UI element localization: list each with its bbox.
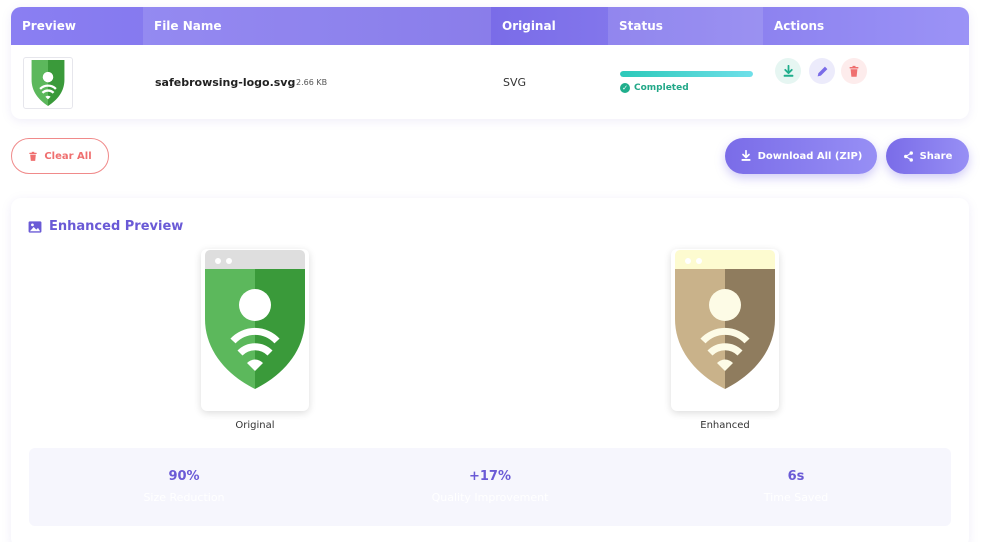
- original-preview-frame: [201, 249, 309, 411]
- header-actions: Actions: [774, 19, 825, 33]
- enhanced-preview-frame: [671, 249, 779, 411]
- preview-title: Enhanced Preview: [28, 219, 183, 234]
- window-dot: [696, 258, 702, 264]
- shield-logo-icon: [31, 60, 65, 106]
- shield-logo-icon: [205, 269, 305, 389]
- stat-value: +17%: [468, 469, 511, 484]
- share-button[interactable]: Share: [886, 138, 969, 174]
- download-all-label: Download All (ZIP): [757, 150, 863, 162]
- stat-label: Time Saved: [763, 491, 829, 504]
- progress-bar: [620, 71, 753, 77]
- file-name: safebrowsing-logo.svg: [155, 76, 296, 89]
- share-label: Share: [919, 150, 953, 162]
- clear-all-label: Clear All: [44, 150, 92, 162]
- window-dot: [685, 258, 691, 264]
- original-caption: Original: [235, 420, 275, 431]
- window-dot: [226, 258, 232, 264]
- pencil-icon: [817, 66, 827, 76]
- header-preview: Preview: [22, 19, 77, 33]
- trash-icon: [849, 65, 859, 77]
- check-circle-icon: ✓: [620, 83, 630, 93]
- header-file-name: File Name: [143, 7, 491, 45]
- stat-value: 6s: [787, 469, 805, 484]
- file-size: 2.66 KB: [296, 78, 328, 87]
- download-icon: [741, 150, 751, 161]
- browser-bar: [205, 250, 305, 269]
- delete-button[interactable]: [841, 58, 867, 84]
- header-original: Original: [502, 19, 556, 33]
- table-row: safebrowsing-logo.svg 2.66 KB SVG ✓ Comp…: [11, 45, 969, 119]
- enhanced-caption: Enhanced: [700, 420, 750, 431]
- window-dot: [215, 258, 221, 264]
- status-text: Completed: [634, 83, 689, 93]
- share-icon: [903, 150, 913, 162]
- status-badge: ✓ Completed: [620, 83, 689, 93]
- enhanced-preview-panel: Enhanced Preview Original Enhanced 90% S…: [11, 198, 969, 542]
- clear-all-button[interactable]: Clear All: [11, 138, 109, 174]
- shield-logo-icon: [675, 269, 775, 389]
- stat-label: Quality Improvement: [431, 491, 549, 504]
- download-all-zip-button[interactable]: Download All (ZIP): [725, 138, 877, 174]
- trash-icon: [29, 151, 38, 161]
- progress-fill: [620, 71, 753, 77]
- preview-title-text: Enhanced Preview: [49, 219, 184, 234]
- header-status: Status: [608, 7, 763, 45]
- stat-label: Size Reduction: [143, 491, 225, 504]
- table-header: Preview File Name Original Status Action…: [11, 7, 969, 45]
- stats-panel: 90% Size Reduction +17% Quality Improvem…: [29, 448, 951, 526]
- image-icon: [28, 220, 42, 233]
- download-icon: [783, 64, 793, 77]
- stat-value: 90%: [168, 469, 200, 484]
- edit-button[interactable]: [809, 58, 835, 84]
- file-thumbnail: [23, 57, 73, 109]
- original-format: SVG: [503, 76, 527, 89]
- file-table: Preview File Name Original Status Action…: [11, 7, 969, 119]
- browser-bar: [675, 250, 775, 269]
- download-button[interactable]: [775, 58, 801, 84]
